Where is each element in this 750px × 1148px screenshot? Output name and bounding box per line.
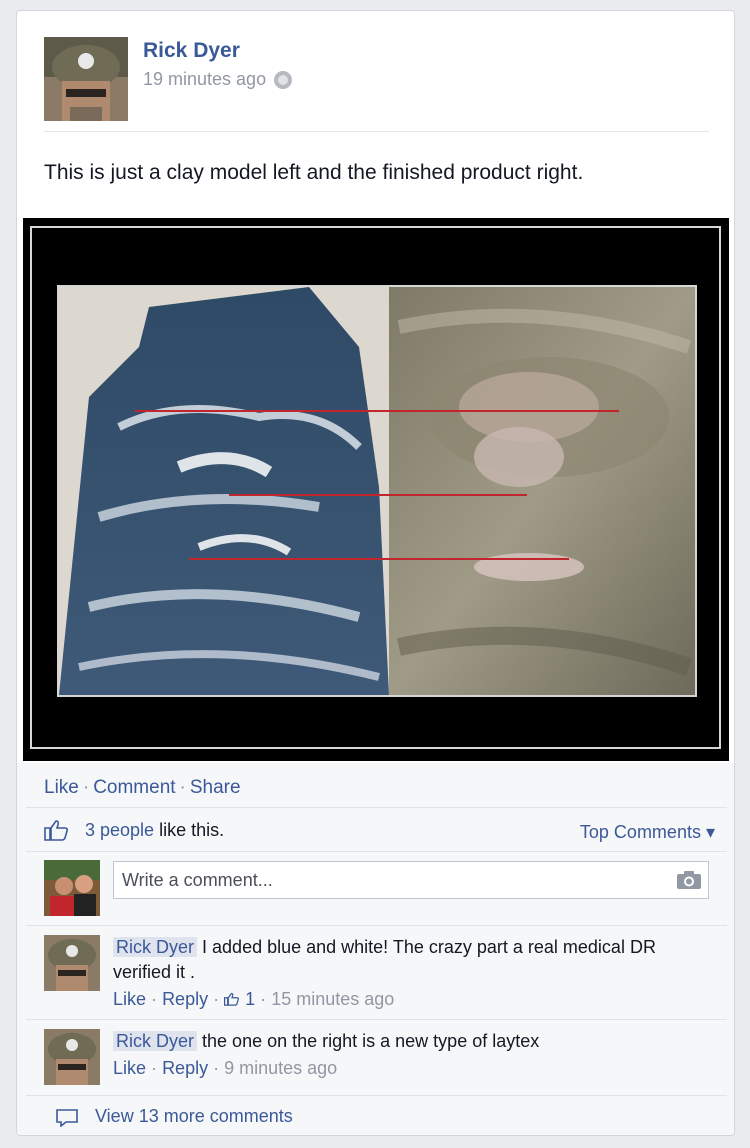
post-timestamp: 19 minutes ago — [143, 69, 293, 90]
separator: · — [213, 1058, 220, 1078]
comment-body: Rick Dyer the one on the right is a new … — [113, 1029, 673, 1081]
top-comments-dropdown[interactable]: Top Comments ▾ — [580, 822, 715, 843]
photo-image[interactable] — [57, 285, 697, 697]
likes-count-link[interactable]: 3 people — [85, 820, 154, 840]
comment-like-count[interactable]: 1 — [224, 989, 255, 1009]
comment-text: the one on the right is a new type of la… — [202, 1031, 540, 1051]
separator: · — [151, 1058, 158, 1078]
view-more-comments[interactable]: View 13 more comments — [26, 1095, 727, 1135]
view-more-label[interactable]: View 13 more comments — [95, 1106, 293, 1127]
comment-time[interactable]: 9 minutes ago — [224, 1058, 337, 1078]
comment-item: Rick Dyer I added blue and white! The cr… — [26, 925, 727, 1018]
comment-item: Rick Dyer the one on the right is a new … — [26, 1019, 727, 1094]
comment-time[interactable]: 15 minutes ago — [271, 989, 394, 1009]
likes-suffix: like this. — [159, 820, 225, 840]
post-photo[interactable] — [23, 218, 729, 761]
separator: · — [151, 989, 158, 1009]
comment-meta: Like · Reply · 9 minutes ago — [113, 1056, 673, 1081]
globe-icon[interactable] — [274, 70, 293, 89]
comment-composer — [26, 851, 727, 924]
comment-reply-link[interactable]: Reply — [162, 989, 208, 1009]
like-link[interactable]: Like — [44, 777, 79, 798]
camera-icon[interactable] — [676, 870, 702, 890]
post-card: Rick Dyer 19 minutes ago This is just a … — [16, 10, 735, 1136]
timestamp-text[interactable]: 19 minutes ago — [143, 69, 266, 90]
like-count-value: 1 — [245, 989, 256, 1009]
likes-row: 3 people like this. Top Comments ▾ — [26, 807, 727, 850]
post-actions: Like · Comment · Share — [44, 777, 241, 799]
viewer-avatar[interactable] — [44, 860, 100, 916]
author-name-link[interactable]: Rick Dyer — [143, 39, 240, 63]
feedback-area: Like · Comment · Share 3 people like this. T… — [17, 763, 734, 1135]
share-link[interactable]: Share — [190, 777, 241, 798]
comment-like-link[interactable]: Like — [113, 1058, 146, 1078]
comment-input[interactable] — [113, 861, 709, 899]
post-header: Rick Dyer 19 minutes ago — [44, 37, 709, 132]
comment-reply-link[interactable]: Reply — [162, 1058, 208, 1078]
comment-body: Rick Dyer I added blue and white! The cr… — [113, 935, 673, 1012]
comment-link[interactable]: Comment — [93, 777, 175, 798]
commenter-avatar[interactable] — [44, 1029, 100, 1085]
separator: · — [179, 777, 186, 798]
comment-author[interactable]: Rick Dyer — [113, 937, 198, 957]
thumbs-up-icon — [44, 820, 69, 841]
commenter-avatar[interactable] — [44, 935, 100, 991]
separator: · — [213, 989, 220, 1009]
author-avatar[interactable] — [44, 37, 128, 121]
thumbs-up-icon — [224, 992, 240, 1006]
comment-like-link[interactable]: Like — [113, 989, 146, 1009]
separator: · — [260, 989, 267, 1009]
post-text: This is just a clay model left and the f… — [44, 161, 584, 184]
comment-meta: Like · Reply · 1 · 15 minutes ago — [113, 987, 673, 1012]
comment-author[interactable]: Rick Dyer — [113, 1031, 198, 1051]
separator: · — [82, 777, 90, 798]
likes-summary: 3 people like this. — [85, 820, 224, 841]
speech-bubble-icon — [56, 1109, 78, 1127]
